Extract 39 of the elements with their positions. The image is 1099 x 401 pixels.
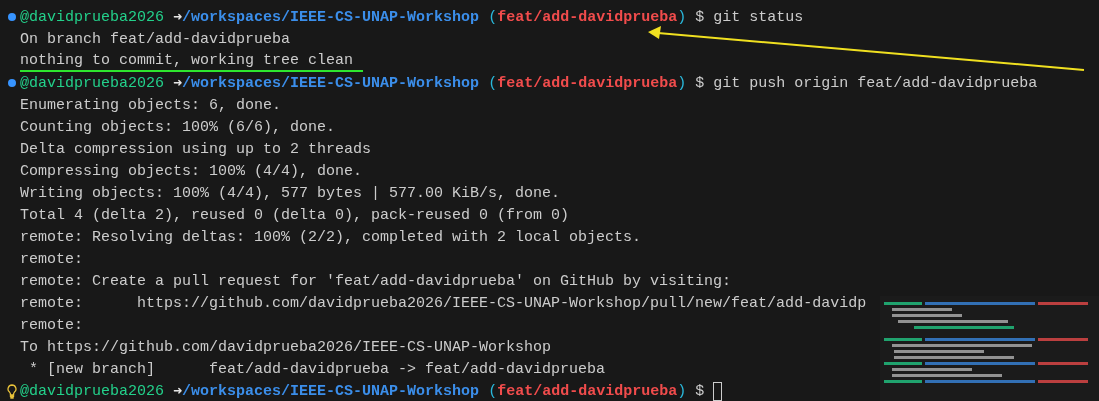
prompt-arrow: ➜ <box>173 74 183 93</box>
output-line: Total 4 (delta 2), reused 0 (delta 0), pack-reused 0 (from 0) <box>20 205 570 225</box>
output-line: remote: <box>20 315 83 335</box>
command-text: git status <box>713 8 804 26</box>
prompt-branch: feat/add-davidprueba <box>497 74 678 92</box>
output-line: Compressing objects: 100% (4/4), done. <box>20 161 363 181</box>
output-line: remote: https://github.com/davidprueba2026/IEEE-CS-UNAP-Workshop/pull/new/feat/add-davidp <box>20 293 867 313</box>
open-paren: ( <box>488 382 498 400</box>
output-line: Delta compression using up to 2 threads <box>20 139 372 159</box>
prompt-branch: feat/add-davidprueba <box>497 382 678 400</box>
output-line: remote: Create a pull request for 'feat/add-davidprueba' on GitHub by visiting: <box>20 271 732 291</box>
output-line: To https://github.com/davidprueba2026/IEEE-CS-UNAP-Workshop <box>20 337 552 357</box>
close-paren: ) <box>677 74 687 92</box>
open-paren: ( <box>488 74 498 92</box>
lightbulb-icon[interactable] <box>7 383 17 399</box>
output-line: On branch feat/add-davidprueba <box>20 29 291 49</box>
prompt-symbol: $ <box>695 74 705 92</box>
output-line: nothing to commit, working tree clean <box>20 50 364 72</box>
close-paren: ) <box>677 382 687 400</box>
prompt-arrow: ➜ <box>173 382 183 401</box>
prompt-path: /workspaces/IEEE-CS-UNAP-Workshop <box>182 74 480 92</box>
output-line: Enumerating objects: 6, done. <box>20 95 282 115</box>
prompt-user: @davidprueba2026 <box>20 382 165 400</box>
prompt-user: @davidprueba2026 <box>20 8 165 26</box>
close-paren: ) <box>677 8 687 26</box>
output-line: Writing objects: 100% (4/4), 577 bytes | 577.00 KiB/s, done. <box>20 183 561 203</box>
output-line: remote: <box>20 249 83 269</box>
open-paren: ( <box>488 8 498 26</box>
prompt-symbol: $ <box>695 382 705 400</box>
command-text: git push origin feat/add-davidprueba <box>713 74 1038 92</box>
prompt-arrow: ➜ <box>173 8 183 27</box>
prompt-user: @davidprueba2026 <box>20 74 165 92</box>
prompt-symbol: $ <box>695 8 705 26</box>
prompt-path: /workspaces/IEEE-CS-UNAP-Workshop <box>182 8 480 26</box>
output-line: Counting objects: 100% (6/6), done. <box>20 117 336 137</box>
output-line: * [new branch] feat/add-davidprueba -> feat/add-davidprueba <box>28 359 606 379</box>
prompt-path: /workspaces/IEEE-CS-UNAP-Workshop <box>182 382 480 400</box>
prompt-branch: feat/add-davidprueba <box>497 8 678 26</box>
output-line: remote: Resolving deltas: 100% (2/2), completed with 2 local objects. <box>20 227 642 247</box>
